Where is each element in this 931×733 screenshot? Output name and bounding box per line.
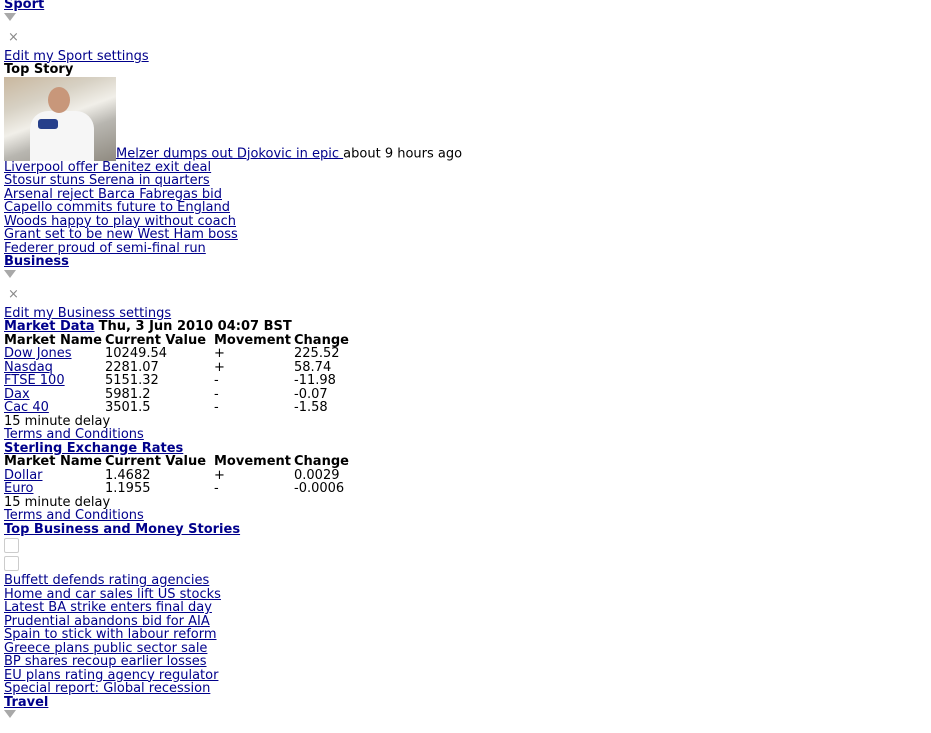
table-row: Nasdaq 2281.07 + 58.74 [4, 359, 374, 375]
market-name-link[interactable]: Cac 40 [4, 400, 49, 415]
business-story-link[interactable]: Special report: Global recession [4, 682, 704, 696]
market-terms-link[interactable]: Terms and Conditions [4, 428, 704, 442]
current-value: 1.1955 [105, 481, 151, 496]
business-story-link[interactable]: Spain to stick with labour reform [4, 628, 704, 642]
movement: + [214, 467, 225, 483]
business-story-link[interactable]: Buffett defends rating agencies [4, 574, 704, 588]
sport-story-link[interactable]: Capello commits future to England [4, 201, 704, 215]
sport-story-link[interactable]: Grant set to be new West Ham boss [4, 228, 704, 242]
current-value: 5981.2 [105, 386, 151, 402]
change: -1.58 [294, 400, 328, 415]
business-story-link[interactable]: Greece plans public sector sale [4, 641, 704, 656]
sport-story-link[interactable]: Woods happy to play without coach [4, 214, 704, 229]
column-header: Movement [214, 332, 291, 348]
column-header: Change [294, 454, 349, 469]
table-row: Dow Jones 10249.54 + 225.52 [4, 347, 374, 361]
exchange-delay-note: 15 minute delay [4, 494, 111, 510]
business-story-link[interactable]: EU plans rating agency regulator [4, 668, 704, 683]
exchange-terms-link[interactable]: Terms and Conditions [4, 509, 704, 523]
column-header: Movement [214, 454, 291, 469]
sport-story-link[interactable]: Stosur stuns Serena in quarters [4, 174, 704, 188]
table-row: Cac 40 3501.5 - -1.58 [4, 401, 374, 415]
close-icon[interactable]: × [8, 288, 704, 301]
sport-story-link[interactable]: Liverpool offer Benitez exit deal [4, 160, 704, 175]
column-header: Change [294, 332, 349, 348]
collapse-triangle-icon[interactable] [4, 12, 16, 21]
market-data-link[interactable]: Market Data [4, 319, 95, 334]
column-header: Market Name [4, 454, 102, 469]
collapse-triangle-icon[interactable] [4, 710, 16, 718]
sport-story-link[interactable]: Arsenal reject Barca Fabregas bid [4, 187, 704, 202]
movement: - [214, 373, 219, 388]
market-delay-note: 15 minute delay [4, 413, 111, 429]
change: -11.98 [294, 373, 336, 388]
business-story-link[interactable]: BP shares recoup earlier losses [4, 655, 704, 669]
business-story-link[interactable]: Latest BA strike enters final day [4, 601, 704, 615]
current-value: 2281.07 [105, 359, 159, 375]
checkbox[interactable] [4, 538, 19, 553]
change: -0.0006 [294, 481, 345, 496]
current-value: 1.4682 [105, 467, 151, 483]
business-story-link[interactable]: Prudential abandons bid for AIA [4, 614, 704, 629]
market-data-date: Thu, 3 Jun 2010 04:07 BST [98, 319, 292, 334]
current-value: 5151.32 [105, 373, 159, 388]
column-header: Current Value [105, 454, 207, 469]
top-business-stories-title[interactable]: Top Business and Money Stories [4, 522, 704, 537]
market-data-table: Market Name Current Value Movement Chang… [4, 332, 374, 415]
exchange-rates-table: Market Name Current Value Movement Chang… [4, 455, 374, 496]
checkbox[interactable] [4, 556, 19, 571]
table-header-row: Market Name Current Value Movement Chang… [4, 455, 374, 469]
table-row: FTSE 100 5151.32 - -11.98 [4, 374, 374, 388]
travel-section-title[interactable]: Travel [4, 695, 704, 710]
top-story-label: Top Story [4, 62, 74, 77]
current-value: 3501.5 [105, 400, 151, 415]
column-header: Current Value [105, 332, 207, 348]
close-icon[interactable]: × [8, 31, 704, 44]
movement: + [214, 346, 225, 361]
change: 225.52 [294, 346, 340, 361]
collapse-triangle-icon[interactable] [4, 269, 16, 278]
business-story-link[interactable]: Home and car sales lift US stocks [4, 587, 704, 602]
movement: - [214, 400, 219, 415]
table-header-row: Market Name Current Value Movement Chang… [4, 332, 374, 348]
current-value: 10249.54 [105, 346, 168, 361]
movement: - [214, 481, 219, 496]
top-story-photo[interactable] [4, 76, 116, 161]
sport-story-link[interactable]: Federer proud of semi-final run [4, 241, 704, 256]
sport-section-title[interactable]: Sport [4, 0, 704, 12]
currency-link[interactable]: Euro [4, 481, 33, 496]
table-row: Euro 1.1955 - -0.0006 [4, 482, 374, 496]
top-story-time: about 9 hours ago [343, 146, 463, 161]
movement: - [214, 386, 219, 402]
business-section-title[interactable]: Business [4, 255, 704, 269]
edit-business-settings-link[interactable]: Edit my Business settings [4, 306, 704, 321]
movement: + [214, 359, 225, 375]
change: 58.74 [294, 359, 332, 375]
exchange-rates-title[interactable]: Sterling Exchange Rates [4, 441, 704, 456]
market-data-header: Market Data Thu, 3 Jun 2010 04:07 BST [4, 320, 704, 334]
edit-sport-settings-link[interactable]: Edit my Sport settings [4, 49, 704, 64]
change: 0.0029 [294, 467, 340, 483]
top-story-headline-link[interactable]: Melzer dumps out Djokovic in epic [116, 146, 343, 161]
table-row: Dollar 1.4682 + 0.0029 [4, 467, 374, 483]
change: -0.07 [294, 386, 328, 402]
top-story: Melzer dumps out Djokovic in epic about … [4, 76, 704, 161]
table-row: Dax 5981.2 - -0.07 [4, 386, 374, 402]
column-header: Market Name [4, 332, 102, 348]
